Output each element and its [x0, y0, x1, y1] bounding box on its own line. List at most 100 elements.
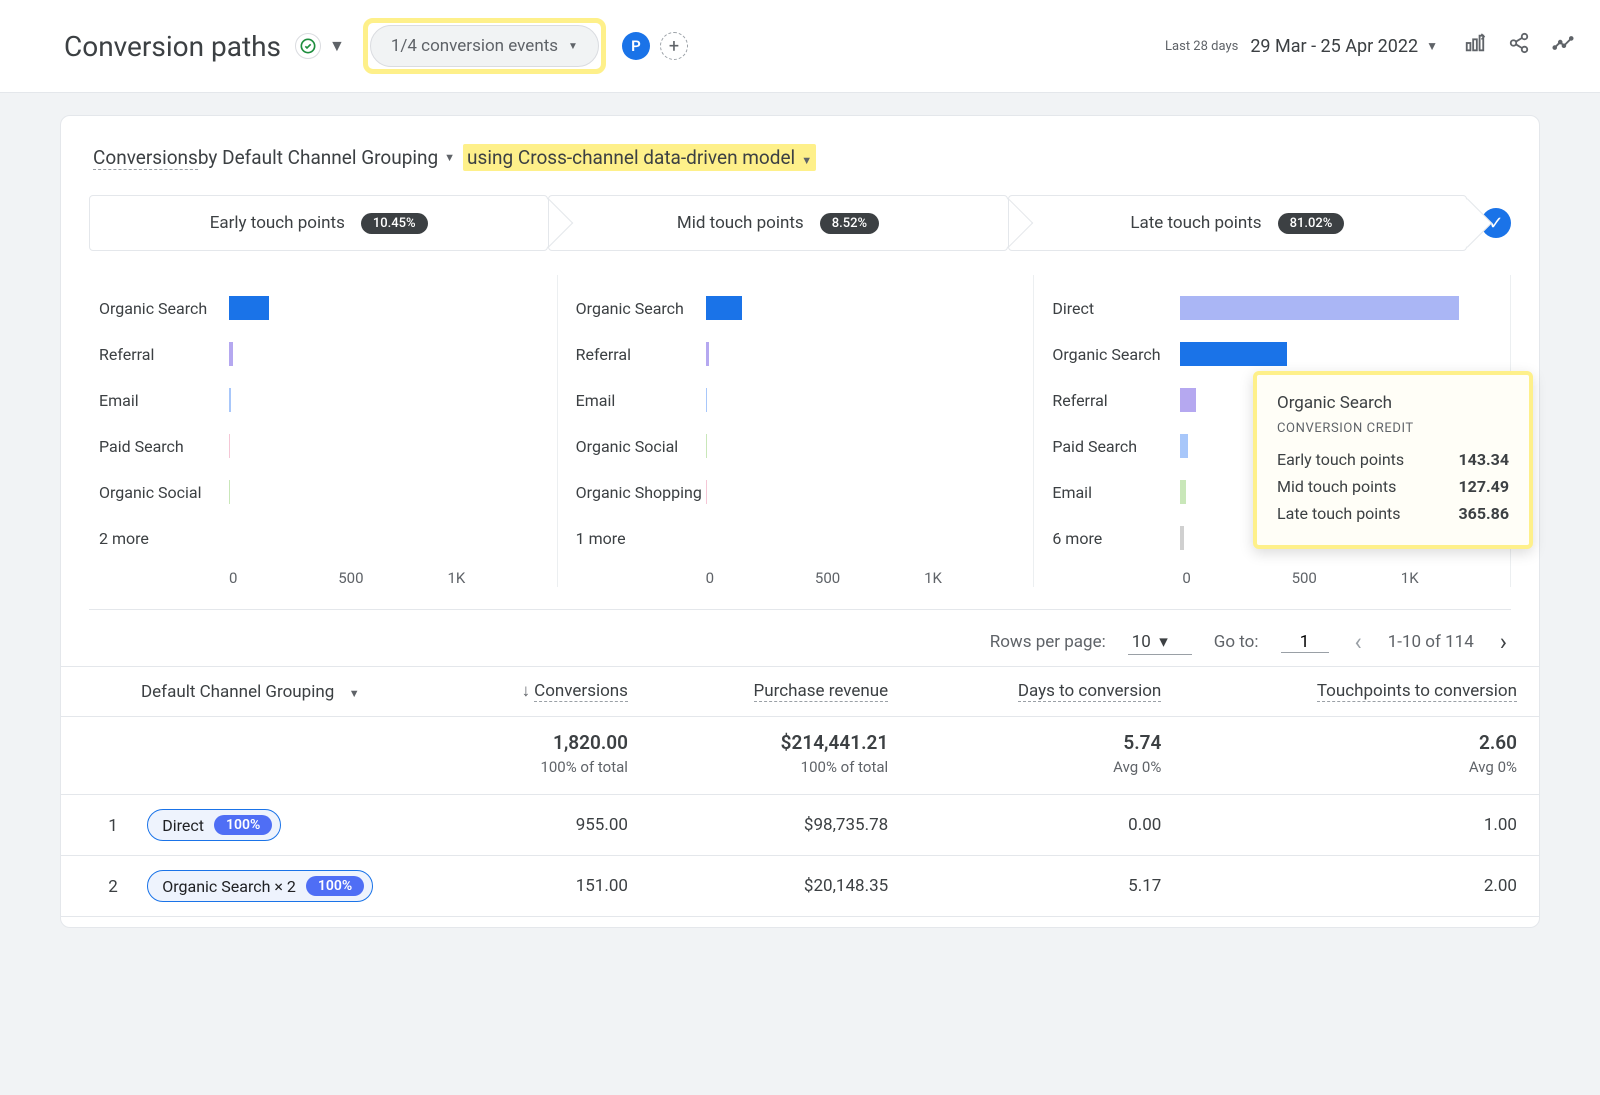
bar-label: Email: [99, 391, 229, 410]
cell: 955.00: [431, 795, 650, 856]
bar-label: Organic Search: [1052, 345, 1180, 364]
bar-label: Referral: [1052, 391, 1180, 410]
bar: [1180, 342, 1286, 366]
step-pct-badge: 10.45%: [361, 213, 428, 234]
bar-label: Email: [1052, 483, 1180, 502]
customize-report-icon[interactable]: [1464, 32, 1486, 60]
column-header-revenue[interactable]: Purchase revenue: [650, 667, 910, 717]
next-page-icon[interactable]: ›: [1496, 628, 1511, 656]
date-range-selector[interactable]: 29 Mar - 25 Apr 2022: [1250, 36, 1418, 57]
axis: 05001K: [99, 569, 557, 587]
dimension-caret-icon[interactable]: ▼: [444, 151, 455, 164]
date-caret-icon[interactable]: ▼: [1426, 39, 1438, 53]
bar: [706, 388, 707, 412]
column-header-dimension[interactable]: Default Channel Grouping ▼: [61, 667, 431, 717]
bar-row[interactable]: Referral: [99, 331, 557, 377]
bar-row[interactable]: Organic Social: [99, 469, 557, 515]
report-card: Conversions by Default Channel Grouping …: [60, 115, 1540, 928]
bar: [1180, 526, 1184, 550]
insights-icon[interactable]: [1552, 32, 1574, 60]
step-label: Mid touch points: [677, 213, 804, 233]
bar-row[interactable]: 1 more: [576, 515, 1034, 561]
bar-row[interactable]: Email: [99, 377, 557, 423]
cell: 2.00: [1183, 856, 1539, 917]
bar-label: Email: [576, 391, 706, 410]
status-dropdown-caret-icon[interactable]: ▼: [329, 36, 345, 56]
conversion-events-label: 1/4 conversion events: [391, 36, 558, 56]
add-segment-button[interactable]: +: [660, 32, 688, 60]
path-chip[interactable]: Organic Search × 2100%: [147, 870, 373, 902]
summary-row: 1,820.00100% of total $214,441.21100% of…: [61, 717, 1539, 795]
bar-label: Referral: [99, 345, 229, 364]
axis: 05001K: [576, 569, 1034, 587]
goto-page-input[interactable]: [1281, 632, 1329, 653]
step-mid-touch[interactable]: Mid touch points 8.52%: [548, 195, 1007, 251]
conversion-events-selector[interactable]: 1/4 conversion events ▼: [370, 25, 599, 67]
bar-row[interactable]: Organic Social: [576, 423, 1034, 469]
bar-label: Paid Search: [1052, 437, 1180, 456]
bar: [229, 434, 230, 458]
bar-row[interactable]: 2 more: [99, 515, 557, 561]
bar-row[interactable]: Paid Search: [99, 423, 557, 469]
bar-label: Organic Search: [99, 299, 229, 318]
step-label: Late touch points: [1130, 213, 1261, 233]
step-early-touch[interactable]: Early touch points 10.45%: [89, 195, 548, 251]
status-check-icon[interactable]: [295, 33, 321, 59]
table-row[interactable]: 2 Organic Search × 2100% 151.00 $20,148.…: [61, 856, 1539, 917]
cell: $98,735.78: [650, 795, 910, 856]
bar-label: 2 more: [99, 529, 229, 548]
step-label: Early touch points: [210, 213, 345, 233]
tooltip-subtitle: CONVERSION CREDIT: [1277, 421, 1509, 436]
bar-label: 1 more: [576, 529, 706, 548]
table-row[interactable]: 1 Direct100% 955.00 $98,735.78 0.00 1.00: [61, 795, 1539, 856]
cell: 5.17: [910, 856, 1183, 917]
goto-label: Go to:: [1214, 632, 1259, 652]
column-header-touchpoints[interactable]: Touchpoints to conversion: [1183, 667, 1539, 717]
bar-label: Direct: [1052, 299, 1180, 318]
bar: [706, 434, 707, 458]
bar-row[interactable]: Direct: [1052, 285, 1510, 331]
tooltip-row-value: 365.86: [1458, 504, 1509, 523]
path-chip[interactable]: Direct100%: [147, 809, 281, 841]
bar-row[interactable]: Organic Shopping: [576, 469, 1034, 515]
row-index: 1: [83, 816, 143, 836]
page-title: Conversion paths: [64, 30, 281, 63]
bar-row[interactable]: Organic Search: [99, 285, 557, 331]
bar-label: Referral: [576, 345, 706, 364]
bar: [706, 342, 709, 366]
tooltip-row-label: Mid touch points: [1277, 477, 1396, 496]
rows-per-page-select[interactable]: 10 ▾: [1128, 630, 1192, 655]
axis: 05001K: [1052, 569, 1510, 587]
attribution-model-selector[interactable]: using Cross-channel data-driven model▼: [463, 144, 816, 171]
chart-column: Organic Search Referral Email Organic Socia…: [566, 275, 1035, 587]
cell: 0.00: [910, 795, 1183, 856]
metric-selector[interactable]: Conversions: [93, 146, 198, 170]
segment-badge[interactable]: P: [622, 32, 650, 60]
cell: $20,148.35: [650, 856, 910, 917]
bar: [229, 342, 233, 366]
step-pct-badge: 8.52%: [820, 213, 879, 234]
column-header-days[interactable]: Days to conversion: [910, 667, 1183, 717]
page-range-label: 1-10 of 114: [1388, 632, 1474, 652]
bar: [1180, 388, 1196, 412]
chart-tooltip: Organic Search CONVERSION CREDIT Early t…: [1253, 371, 1533, 549]
tooltip-row-value: 127.49: [1458, 477, 1509, 496]
tooltip-title: Organic Search: [1277, 393, 1509, 413]
column-header-conversions[interactable]: ↓Conversions: [431, 667, 650, 717]
tooltip-row-label: Late touch points: [1277, 504, 1401, 523]
bar-label: Organic Shopping: [576, 483, 706, 502]
bar-row[interactable]: Referral: [576, 331, 1034, 377]
bar: [229, 296, 269, 320]
bar-label: Organic Search: [576, 299, 706, 318]
step-late-touch[interactable]: Late touch points 81.02%: [1008, 195, 1467, 251]
dimension-label[interactable]: by Default Channel Grouping: [198, 146, 438, 169]
bar-row[interactable]: Email: [576, 377, 1034, 423]
share-icon[interactable]: [1508, 32, 1530, 60]
caret-down-icon: ▼: [568, 41, 578, 52]
rows-per-page-label: Rows per page:: [990, 632, 1106, 652]
bar-row[interactable]: Organic Search: [576, 285, 1034, 331]
bar: [1180, 296, 1459, 320]
prev-page-icon[interactable]: ‹: [1351, 628, 1366, 656]
row-index: 2: [83, 877, 143, 897]
bar-label: 6 more: [1052, 529, 1180, 548]
